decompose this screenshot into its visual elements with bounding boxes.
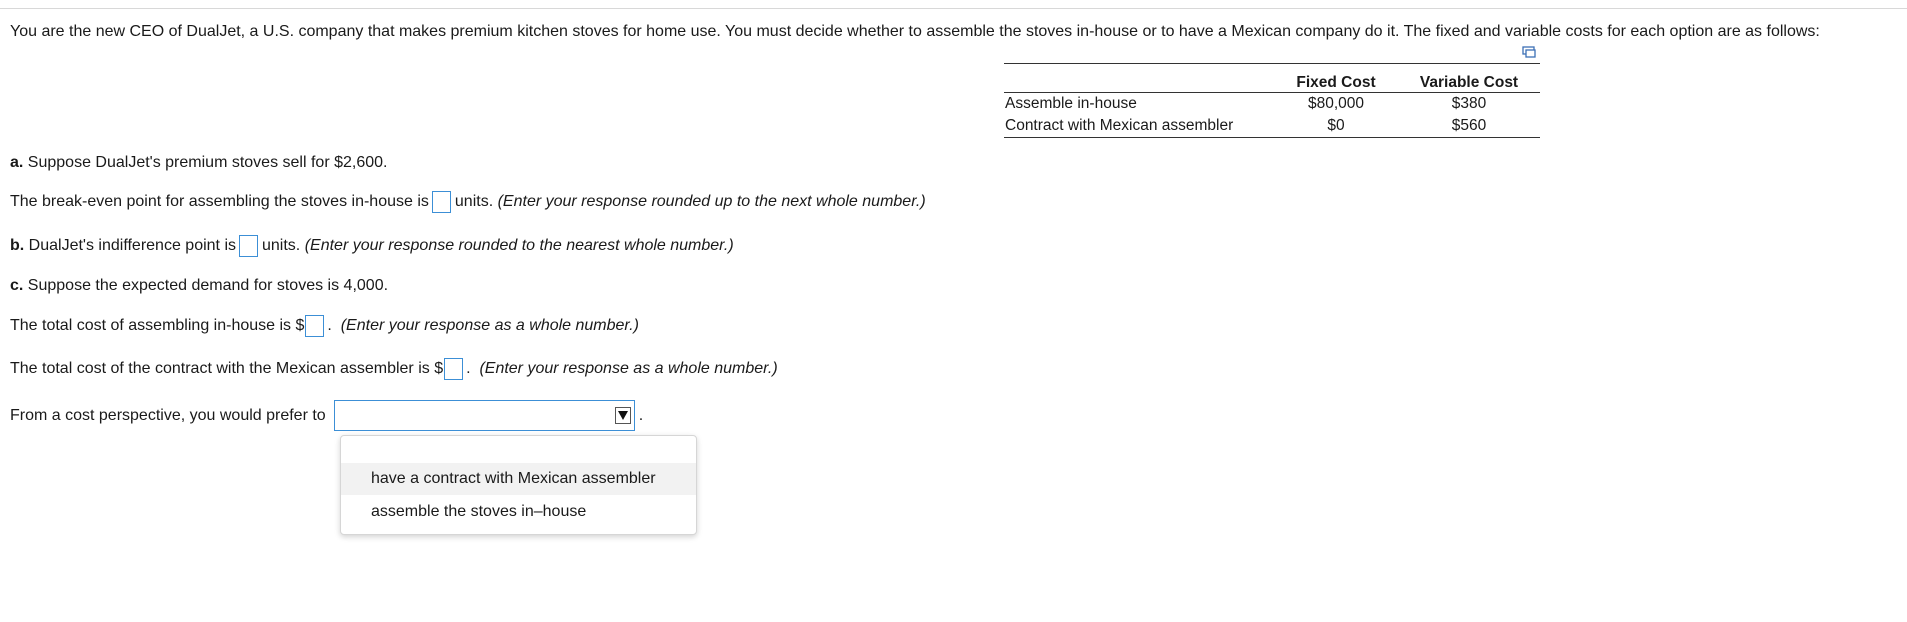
top-border: [0, 8, 1907, 9]
indifference-hint: (Enter your response rounded to the near…: [304, 237, 734, 254]
table-row: Contract with Mexican assembler $0 $560: [1004, 115, 1540, 138]
table-header-blank: [1004, 63, 1274, 93]
break-even-hint: (Enter your response rounded up to the n…: [497, 193, 926, 210]
inhouse-cost-input[interactable]: [305, 315, 325, 337]
table-header-row: Fixed Cost Variable Cost: [1004, 63, 1540, 93]
variable-cost-value: $560: [1398, 115, 1540, 138]
row-label: Contract with Mexican assembler: [1004, 115, 1274, 138]
inhouse-cost-hint: (Enter your response as a whole number.): [340, 317, 639, 334]
preference-period: .: [638, 406, 644, 424]
dropdown-option-inhouse[interactable]: assemble the stoves in–house: [341, 496, 696, 528]
part-c-header: c. Suppose the expected demand for stove…: [10, 274, 388, 298]
inhouse-cost-period: .: [327, 317, 332, 334]
inhouse-cost-label: The total cost of assembling in-house is…: [10, 317, 305, 334]
table-header-variable-cost: Variable Cost: [1398, 63, 1540, 93]
dropdown-option-contract[interactable]: have a contract with Mexican assembler: [341, 463, 696, 495]
contract-cost-hint: (Enter your response as a whole number.): [479, 360, 778, 377]
preference-dropdown-menu: have a contract with Mexican assembler a…: [340, 435, 697, 535]
preference-select[interactable]: [333, 400, 635, 431]
part-b-letter: b.: [10, 237, 25, 254]
preference-question: From a cost perspective, you would prefe…: [10, 400, 643, 431]
inhouse-cost-question: The total cost of assembling in-house is…: [10, 314, 639, 338]
table-header-fixed-cost: Fixed Cost: [1274, 63, 1398, 93]
problem-intro: You are the new CEO of DualJet, a U.S. c…: [10, 23, 1820, 40]
part-c-letter: c.: [10, 277, 24, 294]
indifference-units: units.: [262, 237, 301, 254]
break-even-input[interactable]: [431, 191, 451, 213]
contract-cost-label: The total cost of the contract with the …: [10, 360, 444, 377]
row-label: Assemble in-house: [1005, 95, 1137, 112]
fixed-cost-value: $0: [1274, 115, 1398, 138]
break-even-label: The break-even point for assembling the …: [10, 193, 429, 210]
part-a-header: a. Suppose DualJet's premium stoves sell…: [10, 151, 387, 175]
contract-cost-question: The total cost of the contract with the …: [10, 357, 778, 381]
indifference-question: b. DualJet's indifference point is units…: [10, 234, 734, 258]
fixed-cost-value: $80,000: [1307, 95, 1365, 112]
cost-table: Fixed Cost Variable Cost Assemble in-hou…: [1004, 63, 1540, 138]
contract-cost-period: .: [466, 360, 471, 377]
preference-label: From a cost perspective, you would prefe…: [10, 406, 326, 424]
part-c-text: Suppose the expected demand for stoves i…: [27, 277, 389, 294]
break-even-units: units.: [454, 193, 494, 210]
part-a-text: Suppose DualJet's premium stoves sell fo…: [27, 154, 388, 171]
contract-cost-input[interactable]: [444, 358, 464, 380]
copy-table-icon[interactable]: [1522, 46, 1536, 58]
break-even-question: The break-even point for assembling the …: [10, 190, 926, 214]
variable-cost-value: $380: [1451, 95, 1487, 112]
part-a-letter: a.: [10, 154, 24, 171]
indifference-label: DualJet's indifference point is: [28, 237, 236, 254]
table-row: Assemble in-house $80,000 $380: [1004, 93, 1540, 116]
indifference-input[interactable]: [239, 235, 258, 257]
triangle-down-icon[interactable]: [614, 407, 631, 424]
